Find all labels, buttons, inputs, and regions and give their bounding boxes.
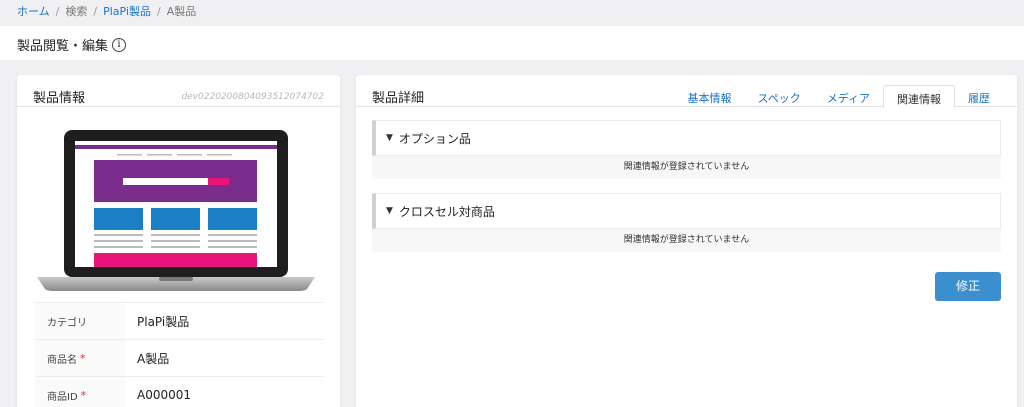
breadcrumb-category-link[interactable]: PlaPi製品 xyxy=(103,3,151,19)
breadcrumb-current: A製品 xyxy=(166,5,197,18)
info-label: カテゴリ xyxy=(35,303,125,339)
breadcrumb-separator: / xyxy=(55,4,60,18)
info-label: 商品ID * xyxy=(35,377,125,407)
page-title-text: 製品閲覧・編集 xyxy=(17,39,109,54)
cross-sell-title: クロスセル対商品 xyxy=(398,204,495,219)
required-mark: * xyxy=(80,351,86,365)
option-products-section: ▼ オプション品 関連情報が登録されていません xyxy=(372,120,1001,179)
product-detail-card: 製品詳細 基本情報 スペック メディア 関連情報 履歴 ▼ オプション品 関連情… xyxy=(356,75,1017,407)
product-name-label: 商品名 xyxy=(47,354,77,366)
device-id: dev022020080409351207470​2 xyxy=(181,92,324,102)
category-label: カテゴリ xyxy=(47,317,87,329)
product-name-value: A製品 xyxy=(137,351,170,366)
product-info-card: 製品情報 dev022020080409351207470​2 xyxy=(17,75,340,407)
tab-spec[interactable]: スペック xyxy=(745,85,814,108)
page-title: 製品閲覧・編集 i xyxy=(17,35,127,54)
tab-basic-info[interactable]: 基本情報 xyxy=(675,85,745,108)
tab-media[interactable]: メディア xyxy=(814,85,883,108)
detail-tabs: 基本情報 スペック メディア 関連情報 履歴 xyxy=(675,85,1003,108)
option-products-title: オプション品 xyxy=(398,131,471,146)
option-products-header[interactable]: ▼ オプション品 xyxy=(372,120,1001,156)
breadcrumb-home-link[interactable]: ホーム xyxy=(17,3,50,19)
page-header: 製品閲覧・編集 i xyxy=(0,26,1024,60)
info-icon[interactable]: i xyxy=(112,37,127,52)
info-label: 商品名 * xyxy=(35,340,125,376)
cross-sell-header[interactable]: ▼ クロスセル対商品 xyxy=(372,193,1001,229)
product-image xyxy=(37,130,315,291)
info-row-product-id: 商品ID * A000001 xyxy=(35,376,324,407)
product-info-table: カテゴリ PlaPi製品 商品名 * A製品 商品ID * A000001 xyxy=(35,302,324,407)
product-detail-header: 製品詳細 基本情報 スペック メディア 関連情報 履歴 xyxy=(356,75,1017,108)
breadcrumb-search: 検索 xyxy=(65,5,88,18)
product-info-header: 製品情報 dev022020080409351207470​2 xyxy=(17,75,340,107)
cross-sell-empty: 関連情報が登録されていません xyxy=(372,229,1001,252)
chevron-down-icon: ▼ xyxy=(386,206,393,216)
chevron-down-icon: ▼ xyxy=(386,133,393,143)
breadcrumb-separator: / xyxy=(157,4,161,18)
required-mark: * xyxy=(80,388,87,402)
info-row-category: カテゴリ PlaPi製品 xyxy=(35,302,324,339)
breadcrumb-separator: / xyxy=(93,4,98,18)
product-detail-title: 製品詳細 xyxy=(372,91,425,106)
tab-related-info[interactable]: 関連情報 xyxy=(883,85,955,108)
product-info-title: 製品情報 xyxy=(33,91,86,106)
category-value: PlaPi製品 xyxy=(137,314,190,329)
breadcrumb: ホーム / 検索 / PlaPi製品 / A製品 xyxy=(17,3,196,19)
cross-sell-section: ▼ クロスセル対商品 関連情報が登録されていません xyxy=(372,193,1001,252)
edit-button[interactable]: 修正 xyxy=(935,272,1001,301)
product-id-value: A000001 xyxy=(137,388,192,402)
option-products-empty: 関連情報が登録されていません xyxy=(372,156,1001,179)
tab-history[interactable]: 履歴 xyxy=(955,85,1003,108)
info-row-product-name: 商品名 * A製品 xyxy=(35,339,324,376)
product-id-label: 商品ID xyxy=(47,391,78,403)
